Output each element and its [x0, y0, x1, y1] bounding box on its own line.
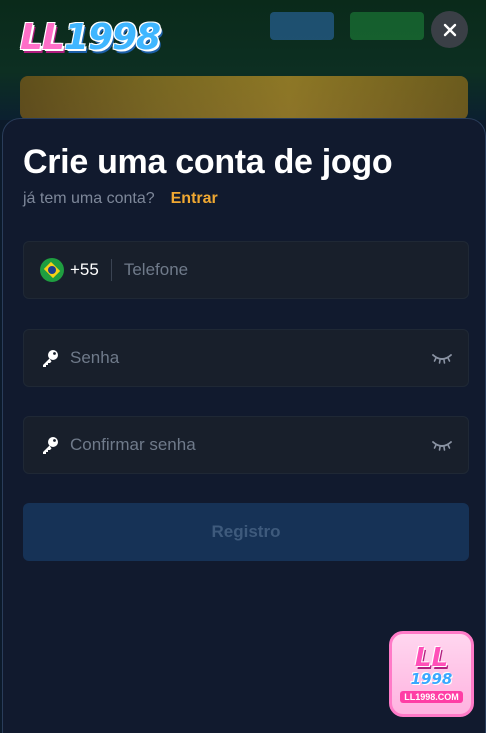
- eye-closed-icon[interactable]: [432, 352, 452, 364]
- country-code[interactable]: +55: [70, 260, 99, 280]
- phone-field[interactable]: +55 Telefone: [23, 241, 469, 299]
- floating-app-badge[interactable]: LL 1998 LL1998.COM: [389, 631, 474, 717]
- register-button[interactable]: Registro: [23, 503, 469, 561]
- modal-title: Crie uma conta de jogo: [23, 143, 393, 181]
- field-divider: [110, 259, 112, 281]
- password-input[interactable]: Senha: [70, 348, 432, 368]
- background-register-button: [350, 12, 424, 40]
- login-prompt: já tem uma conta? Entrar: [23, 190, 218, 208]
- confirm-password-field[interactable]: Confirmar senha: [23, 416, 469, 474]
- login-link[interactable]: Entrar: [171, 190, 218, 208]
- key-icon: [43, 350, 58, 367]
- brazil-flag-icon[interactable]: [40, 258, 64, 282]
- badge-url: LL1998.COM: [400, 691, 463, 703]
- close-button[interactable]: [431, 11, 468, 48]
- background-banner: [20, 76, 468, 120]
- password-field[interactable]: Senha: [23, 329, 469, 387]
- badge-logo-letters: LL: [414, 643, 449, 673]
- confirm-password-input[interactable]: Confirmar senha: [70, 435, 432, 455]
- eye-closed-icon[interactable]: [432, 439, 452, 451]
- phone-input[interactable]: Telefone: [124, 260, 452, 280]
- badge-logo-number: 1998: [410, 670, 453, 688]
- login-prompt-text: já tem uma conta?: [23, 190, 155, 207]
- key-icon: [43, 437, 58, 454]
- background-login-button: [270, 12, 334, 40]
- close-icon: [443, 23, 456, 36]
- site-logo: LL1998: [20, 16, 161, 58]
